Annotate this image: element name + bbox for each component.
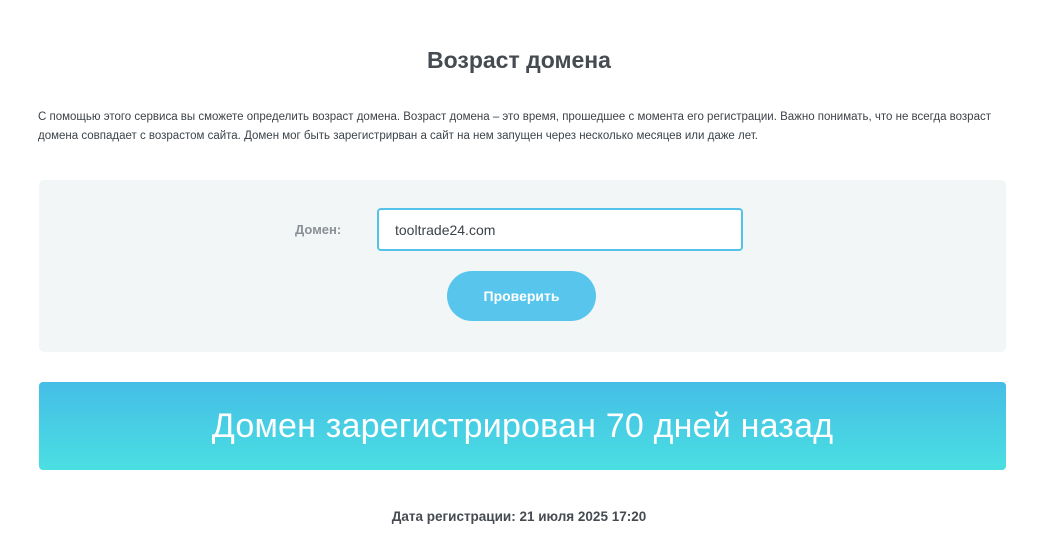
domain-label: Домен: (295, 222, 342, 237)
registration-date: Дата регистрации: 21 июля 2025 17:20 (391, 509, 647, 524)
domain-check-form: Домен: Проверить (39, 180, 1006, 352)
service-description: С помощью этого сервиса вы сможете опред… (38, 111, 991, 142)
result-banner: Домен зарегистрирован 70 дней назад (39, 382, 1006, 470)
check-button[interactable]: Проверить (447, 271, 596, 321)
page-title: Возраст домена (427, 47, 611, 73)
domain-input[interactable] (377, 208, 743, 251)
result-text: Домен зарегистрирован 70 дней назад (211, 407, 834, 445)
